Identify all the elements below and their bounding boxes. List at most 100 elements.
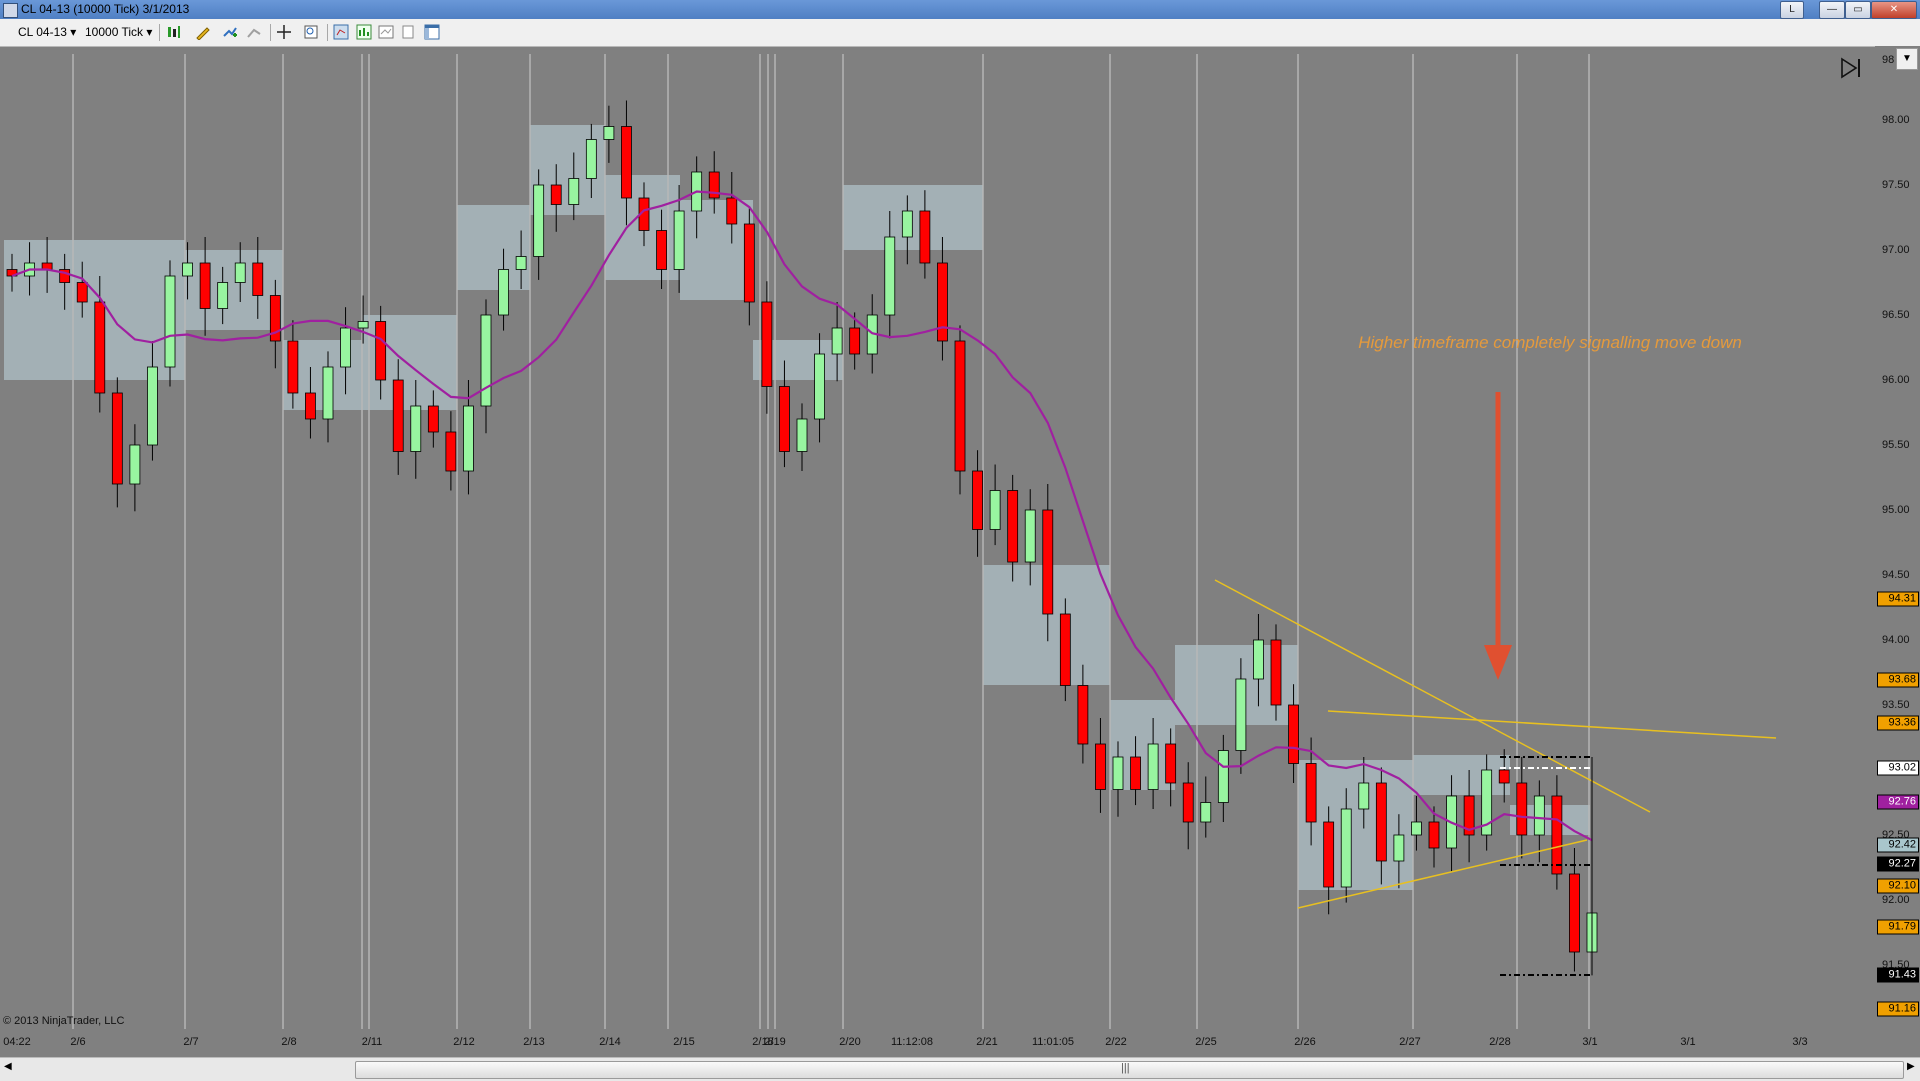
panel-options-button[interactable]: ▼ <box>1896 48 1918 70</box>
up-candle <box>585 139 597 179</box>
up-candle <box>357 321 369 329</box>
maximize-button[interactable]: ▭ <box>1845 1 1871 19</box>
close-button[interactable]: ✕ <box>1871 1 1917 19</box>
up-candle <box>182 262 193 277</box>
time-tick-label: 2/19 <box>764 1036 786 1048</box>
up-candle <box>234 262 246 283</box>
time-tick-label: 11:01:05 <box>1031 1036 1075 1048</box>
toolbar-divider <box>327 24 328 41</box>
data-box-icon[interactable] <box>356 24 372 40</box>
dropdown-arrow-icon: ▾ <box>70 25 77 39</box>
price-zone <box>457 205 530 290</box>
down-candle <box>305 392 316 420</box>
chart-window-icon <box>3 3 18 18</box>
time-tick-label: 2/20 <box>839 1036 861 1048</box>
price-marker-tag: 92.27 <box>1877 856 1919 872</box>
scroll-left-icon[interactable]: ◀ <box>4 1061 12 1072</box>
price-tick-label: 94.00 <box>1882 634 1910 646</box>
price-marker-tag: 93.02 <box>1877 760 1919 776</box>
down-candle <box>1428 821 1440 849</box>
minimize-button[interactable]: — <box>1819 1 1845 19</box>
time-tick-label: 11:12:08 <box>890 1036 934 1048</box>
toolbar-divider <box>270 24 271 41</box>
up-candle <box>1112 756 1124 790</box>
time-tick-label: 2/26 <box>1294 1036 1316 1048</box>
price-zone <box>843 185 983 250</box>
down-candle <box>743 223 755 303</box>
price-tick-label: 98 <box>1882 54 1895 66</box>
link-button[interactable]: L <box>1780 1 1804 19</box>
up-candle <box>1393 834 1405 862</box>
up-candle <box>217 282 229 309</box>
price-marker-tag: 92.42 <box>1877 837 1919 853</box>
down-candle <box>1095 743 1106 790</box>
down-candle <box>1042 509 1054 615</box>
price-marker-tag: 91.79 <box>1877 919 1919 935</box>
crosshair-icon[interactable] <box>276 24 292 40</box>
time-tick-label: 2/12 <box>453 1036 475 1048</box>
time-tick-label: 2/22 <box>1105 1036 1127 1048</box>
price-tick-label: 95.00 <box>1882 504 1910 516</box>
play-to-end-icon[interactable] <box>1839 56 1863 80</box>
up-candle <box>1340 808 1352 888</box>
down-arrow-head <box>1484 645 1512 680</box>
up-candle <box>901 210 913 238</box>
down-candle <box>761 301 773 387</box>
copyright-label: © 2013 NinjaTrader, LLC <box>3 1015 125 1027</box>
down-candle <box>954 340 966 472</box>
price-tick-label: 95.50 <box>1882 439 1910 451</box>
window-layout-icon[interactable] <box>424 24 440 40</box>
scrollbar-thumb[interactable]: ||| <box>355 1061 1904 1079</box>
price-tick-label: 92.00 <box>1882 894 1910 906</box>
interval-selector[interactable]: 10000 Tick ▾ <box>85 25 152 39</box>
down-candle <box>375 321 387 381</box>
window-title: CL 04-13 (10000 Tick) 3/1/2013 <box>21 2 190 16</box>
up-candle <box>129 444 141 485</box>
down-candle <box>445 431 457 472</box>
up-candle <box>410 405 422 452</box>
scroll-right-icon[interactable]: ▶ <box>1907 1061 1915 1072</box>
up-candle <box>515 256 527 270</box>
down-candle <box>1516 782 1528 836</box>
up-candle <box>1235 678 1247 751</box>
price-marker-tag: 93.68 <box>1877 672 1919 688</box>
up-candle <box>814 353 825 420</box>
zoom-icon[interactable] <box>303 24 319 40</box>
up-candle <box>1024 509 1036 563</box>
down-candle <box>550 184 562 205</box>
up-candle <box>1358 782 1370 810</box>
strategy-icon[interactable] <box>246 24 262 40</box>
chart-trader-icon[interactable] <box>333 24 349 40</box>
time-tick-label: 2/15 <box>673 1036 695 1048</box>
up-candle <box>568 178 580 205</box>
up-candle <box>480 314 492 407</box>
up-candle <box>1253 639 1264 680</box>
print-icon[interactable] <box>400 24 416 40</box>
price-chart[interactable] <box>0 46 1875 1029</box>
up-candle <box>831 327 843 355</box>
up-candle <box>603 126 615 140</box>
chart-annotation-text[interactable]: Higher timeframe completely signalling m… <box>1355 334 1745 352</box>
bar-type-icon[interactable] <box>166 24 182 40</box>
up-candle <box>147 366 158 446</box>
time-tick-label: 2/21 <box>976 1036 998 1048</box>
drawing-tool-icon[interactable] <box>195 24 211 40</box>
instrument-selector[interactable]: CL 04-13 ▾ <box>18 25 76 39</box>
horizontal-scrollbar[interactable]: ◀ ||| ▶ <box>0 1057 1920 1081</box>
down-candle <box>621 126 632 199</box>
time-tick-label: 2/27 <box>1399 1036 1421 1048</box>
time-tick-label: 3/3 <box>1792 1036 1808 1048</box>
properties-icon[interactable] <box>378 24 394 40</box>
up-candle <box>322 366 334 420</box>
down-candle <box>111 392 123 485</box>
price-tick-label: 96.00 <box>1882 374 1910 386</box>
down-candle <box>726 197 738 225</box>
time-tick-label: 2/13 <box>523 1036 545 1048</box>
down-candle <box>287 340 299 394</box>
add-indicator-icon[interactable] <box>222 24 238 40</box>
up-candle <box>1533 795 1545 836</box>
down-candle <box>252 262 264 296</box>
down-candle <box>427 405 439 433</box>
up-candle <box>884 236 896 316</box>
price-tick-label: 97.00 <box>1882 244 1910 256</box>
